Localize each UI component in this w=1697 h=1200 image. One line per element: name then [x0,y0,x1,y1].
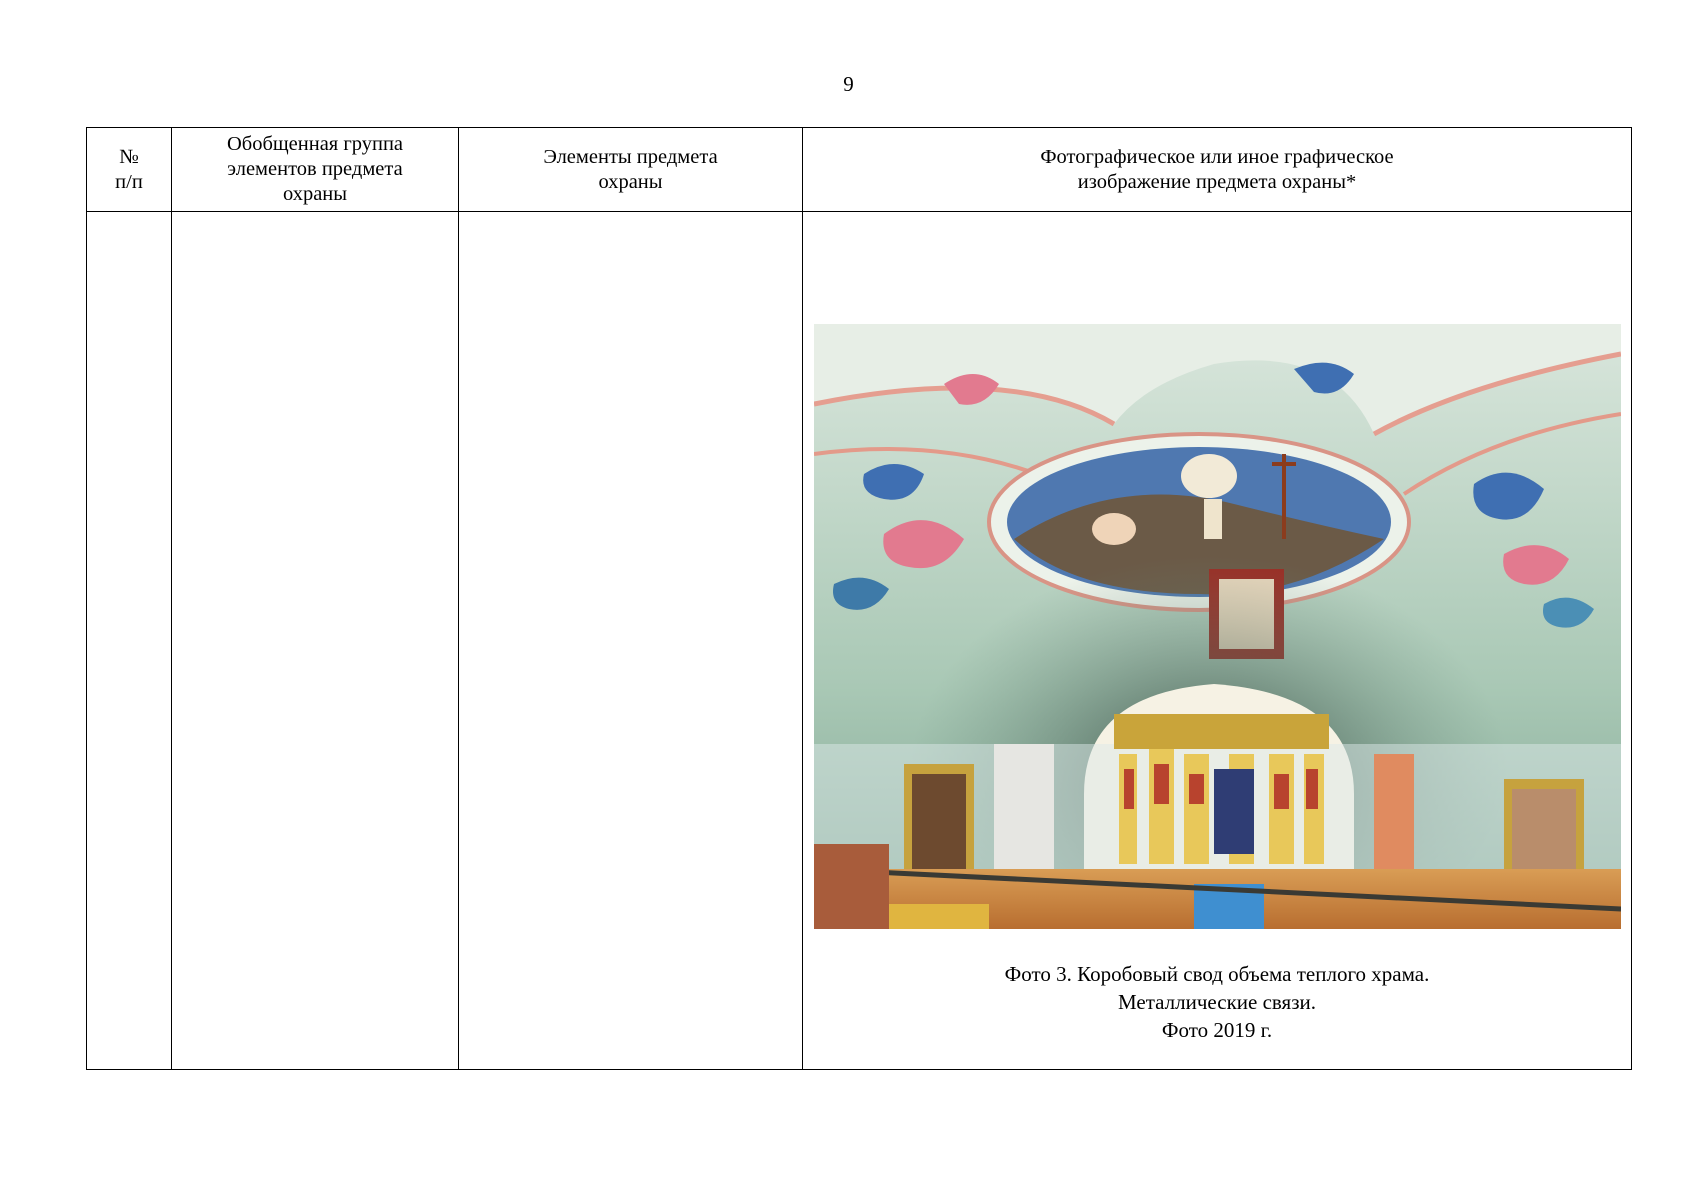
church-interior-photo [814,324,1621,929]
header-elements: Элементы предмета охраны [458,127,803,212]
caption-line: Фото 3. Коробовый свод объема теплого хр… [1004,962,1430,986]
header-group: Обобщенная группа элементов предмета охр… [171,127,459,212]
caption-line: Фото 2019 г. [1161,1018,1273,1042]
table-row: Фото 3. Коробовый свод объема теплого хр… [86,211,1632,1070]
photo-caption: Фото 3. Коробовый свод объема теплого хр… [803,960,1631,1044]
header-number: № п/п [86,127,172,212]
row-number-cell [86,211,172,1070]
row-photo-cell: Фото 3. Коробовый свод объема теплого хр… [802,211,1632,1070]
caption-line: Металлические связи. [1118,990,1316,1014]
header-photo: Фотографическое или иное графическое изо… [802,127,1632,212]
page-number: 9 [843,72,854,96]
row-elements-cell [458,211,803,1070]
row-group-cell [171,211,459,1070]
table-header-row: № п/п Обобщенная группа элементов предме… [86,127,1632,212]
protection-table: № п/п Обобщенная группа элементов предме… [86,127,1632,1070]
